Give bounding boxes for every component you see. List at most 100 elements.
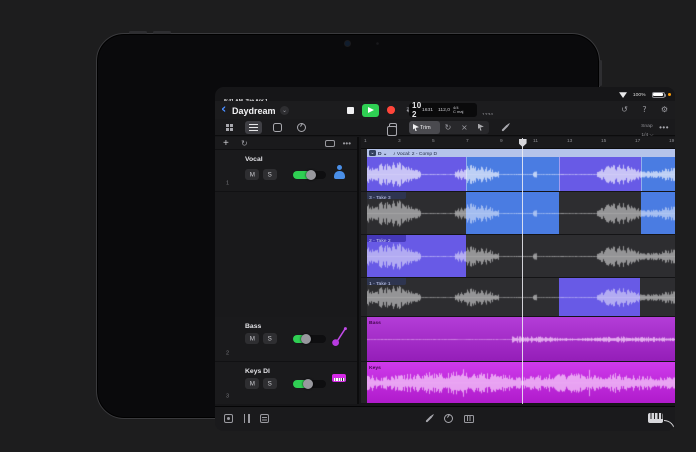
corner-handle xyxy=(664,420,675,431)
play-button[interactable] xyxy=(362,103,379,117)
ruler-bar-number: 9 xyxy=(499,138,503,144)
bar-ruler[interactable]: 1 3 5 7 9 11 13 15 17 19 xyxy=(361,137,675,149)
battery-percent: 100% xyxy=(632,91,646,98)
fade-tool-button[interactable] xyxy=(473,121,489,135)
volume-slider[interactable] xyxy=(293,379,326,389)
functions-menu-button[interactable] xyxy=(386,123,397,136)
ruler-bar-number: 17 xyxy=(635,138,641,144)
tool-selector: Trim ↻ × xyxy=(409,121,489,134)
comp-track-row[interactable]: ⌄ D ⌄ ♪ Vocal: 2 - Comp D xyxy=(361,149,675,192)
track-number: 2 xyxy=(226,349,230,356)
undo-button[interactable]: ↺ xyxy=(619,104,630,115)
automation-pencil-button[interactable] xyxy=(425,414,433,423)
lcd-tempo: 112,0 xyxy=(437,106,450,113)
vocalist-track-icon xyxy=(332,165,346,179)
metronome-button[interactable] xyxy=(496,104,506,115)
snap-control[interactable]: Snap 1/4 ⌵ xyxy=(634,120,653,138)
lcd-key: C maj xyxy=(453,109,464,114)
waveform xyxy=(366,282,675,313)
ruler-bar-number: 7 xyxy=(465,138,469,144)
tracks-icon xyxy=(249,123,258,126)
knob-icon xyxy=(297,123,306,132)
plugins-button[interactable] xyxy=(242,414,251,423)
wifi-icon xyxy=(619,92,628,98)
more-options-button[interactable]: ••• xyxy=(659,123,669,132)
browser-view-button[interactable] xyxy=(221,121,238,134)
add-track-button[interactable]: + xyxy=(223,137,229,150)
keys-track-row[interactable]: Keys xyxy=(361,362,675,404)
settings-button[interactable]: ⚙ xyxy=(659,104,670,115)
loop-browser-button[interactable] xyxy=(224,414,233,423)
solo-button[interactable]: S xyxy=(263,169,277,180)
mixer-button[interactable] xyxy=(464,414,474,423)
project-menu-button[interactable]: ⌄ xyxy=(280,106,289,115)
browser-grid-icon xyxy=(226,124,229,127)
trim-tool-button[interactable]: Trim xyxy=(409,121,440,134)
fade-tool-icon xyxy=(477,123,484,131)
desktop-background: 9:41 AM Tue Apr 1 100% ‹ Daydream ⌄ xyxy=(0,0,696,452)
solo-button[interactable]: S xyxy=(263,378,277,389)
track-number: 1 xyxy=(226,179,230,186)
waveform xyxy=(366,320,675,359)
mute-button[interactable]: M xyxy=(245,169,259,180)
logic-pro-screen: 9:41 AM Tue Apr 1 100% ‹ Daydream ⌄ xyxy=(215,87,675,431)
playhead[interactable] xyxy=(518,138,527,404)
loop-tool-button[interactable]: ↻ xyxy=(440,121,456,134)
front-camera xyxy=(345,41,350,46)
pointer-tool-icon xyxy=(413,124,419,131)
stop-icon xyxy=(346,106,354,114)
editors-button[interactable] xyxy=(260,414,269,423)
mute-button[interactable]: M xyxy=(245,333,259,344)
take-lanes-header-spacer xyxy=(215,192,357,317)
waveform xyxy=(366,196,675,231)
volume-up-button xyxy=(129,31,147,34)
track-number: 3 xyxy=(226,392,230,399)
track-header-vocal[interactable]: 1 Vocal M S xyxy=(215,150,357,192)
bass-track-row[interactable]: Bass xyxy=(361,317,675,362)
track-name: Vocal xyxy=(245,155,263,163)
take-lane[interactable]: 1 - Take 1 xyxy=(361,278,675,317)
back-chevron-icon[interactable]: ‹ xyxy=(221,102,226,117)
take-lane[interactable]: 3 - Take 3 xyxy=(361,192,675,235)
stop-button[interactable] xyxy=(343,104,357,117)
count-in-button[interactable]: 1234 xyxy=(482,104,494,115)
mute-button[interactable]: M xyxy=(245,378,259,389)
mic-in-use-indicator xyxy=(667,92,671,97)
split-tool-button[interactable]: × xyxy=(456,121,472,134)
tool-label: Trim xyxy=(420,124,431,131)
take-folder-header[interactable]: ⌄ D ⌄ ♪ Vocal: 2 - Comp D xyxy=(366,149,675,157)
tracks-area: + ↻ ••• 1 Vocal M S 2 Bass M S 3 Keys DI… xyxy=(215,137,675,404)
record-button[interactable] xyxy=(384,104,398,117)
track-sort-icon[interactable]: ↻ xyxy=(241,139,248,148)
lcd-display[interactable]: 10 2 1631 112,0 4/4 C maj xyxy=(409,101,477,119)
live-loops-icon xyxy=(273,123,282,132)
play-icon xyxy=(368,107,374,113)
play-surface-keyboard-button[interactable] xyxy=(648,413,663,423)
header-display-icon[interactable] xyxy=(325,140,335,147)
waveform xyxy=(366,239,675,274)
track-header-keys[interactable]: 3 Keys DI M S xyxy=(215,362,357,404)
tracks-view-button[interactable] xyxy=(245,121,262,134)
ruler-bar-number: 11 xyxy=(533,138,539,144)
help-button[interactable]: ? xyxy=(639,104,650,115)
take-lane-label: 1 - Take 1 xyxy=(366,278,406,286)
live-loops-view-button[interactable] xyxy=(269,121,286,134)
tuner-button[interactable] xyxy=(293,121,310,134)
keyboard-track-icon xyxy=(332,374,346,382)
project-title[interactable]: Daydream xyxy=(232,106,276,116)
solo-button[interactable]: S xyxy=(263,333,277,344)
comp-region-name: ♪ Vocal: 2 - Comp D xyxy=(392,150,437,156)
timeline: 1 3 5 7 9 11 13 15 17 19 ⌄ D ⌄ ♪ Vocal: 2 - Comp D3… xyxy=(361,137,675,404)
ruler-bar-number: 3 xyxy=(397,138,401,144)
track-header-column: + ↻ ••• 1 Vocal M S 2 Bass M S 3 Keys DI… xyxy=(215,137,359,404)
track-list-more-button[interactable]: ••• xyxy=(343,139,351,148)
edit-mode-button[interactable] xyxy=(498,121,511,134)
volume-slider[interactable] xyxy=(293,170,326,180)
track-name: Bass xyxy=(245,322,262,330)
main-toolbar: ‹ Daydream ⌄ ⇄ 10 2 1631 112,0 4/4 C maj xyxy=(215,101,675,119)
track-header-bass[interactable]: 2 Bass M S xyxy=(215,317,357,362)
controls-knob-button[interactable] xyxy=(444,414,453,423)
collapse-takes-button[interactable]: ⌄ xyxy=(368,150,376,156)
take-lane[interactable]: 2 - Take 2 xyxy=(361,235,675,278)
volume-slider[interactable] xyxy=(293,334,326,344)
